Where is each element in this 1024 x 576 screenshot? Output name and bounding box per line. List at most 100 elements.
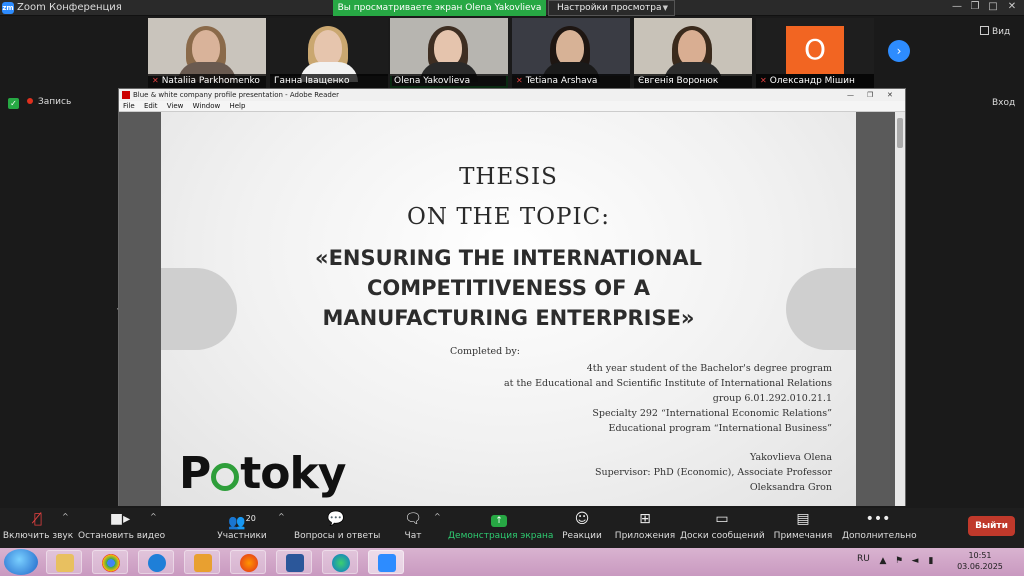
shared-screen-reader-window: Blue & white company profile presentatio… [118, 88, 906, 506]
chevron-down-icon: ▼ [662, 4, 668, 12]
more-button[interactable]: ••• Дополнительно [842, 508, 917, 548]
edge-taskbar-icon[interactable] [322, 550, 358, 574]
menu-help[interactable]: Help [229, 101, 245, 112]
zoom-taskbar-icon[interactable] [368, 550, 404, 574]
clock-date: 03.06.2025 [957, 562, 1003, 571]
muted-mic-icon: ✕ [760, 76, 767, 85]
exit-fullscreen-button[interactable]: Вход [992, 98, 1015, 108]
volume-icon[interactable]: ◄ [910, 556, 920, 566]
participant-tile-active-speaker[interactable]: Olena Yakovlieva [390, 18, 508, 88]
pdf-icon [122, 91, 130, 99]
zoom-logo-icon: zm [2, 2, 14, 14]
screen-share-banner: Вы просматриваете экран Olena Yakovlieva [333, 0, 546, 16]
window-title: Zoom Конференция [17, 2, 122, 13]
completed-by-label: Completed by: [450, 346, 520, 357]
reader-menubar: File Edit View Window Help [119, 101, 905, 112]
potoky-logo: Ptoky [179, 448, 346, 499]
apps-icon: ⊞ [639, 511, 651, 527]
muted-mic-icon: ✕ [152, 76, 159, 85]
participants-icon: 👥20 [228, 514, 256, 531]
minimize-icon[interactable]: — [950, 1, 964, 12]
menu-window[interactable]: Window [193, 101, 221, 112]
scrollbar-thumb[interactable] [897, 118, 903, 148]
network-icon[interactable]: ▮ [926, 556, 936, 566]
share-screen-button[interactable]: ↑ Демонстрация экрана [448, 508, 553, 548]
chevron-up-icon[interactable]: ^ [434, 512, 441, 521]
participants-button[interactable]: 👥20 Участники ^ [214, 508, 284, 548]
minimize-icon[interactable]: — [847, 89, 854, 101]
reactions-button[interactable]: ☺ Реакции [560, 508, 604, 548]
qa-button[interactable]: 💬 Вопросы и ответы [294, 508, 380, 548]
next-page-arrow-icon[interactable]: › [888, 40, 910, 62]
media-player-taskbar-icon[interactable] [184, 550, 220, 574]
avatar: O [786, 26, 844, 74]
shield-icon: ✓ [8, 98, 19, 109]
thesis-topic: «ENSURING THE INTERNATIONAL COMPETITIVEN… [315, 246, 702, 330]
internet-explorer-taskbar-icon[interactable] [138, 550, 174, 574]
whiteboards-button[interactable]: ▭ Доски сообщений [680, 508, 765, 548]
view-button[interactable]: Вид [980, 26, 1010, 37]
start-button-icon[interactable] [4, 549, 38, 575]
slide-heading: THESIS ON THE TOPIC: [407, 164, 610, 230]
whiteboard-icon: ▭ [715, 511, 729, 527]
recording-indicator[interactable]: ✓ Запись [8, 97, 71, 109]
system-clock[interactable]: 10:51 03.06.2025 [950, 550, 1010, 572]
chevron-up-icon[interactable]: ^ [278, 512, 285, 521]
apps-button[interactable]: ⊞ Приложения [614, 508, 676, 548]
language-indicator[interactable]: RU [857, 554, 870, 564]
grid-icon [980, 26, 989, 35]
participant-name: Євгенія Воронюк [638, 76, 719, 86]
menu-view[interactable]: View [167, 101, 184, 112]
muted-mic-icon: ✕ [516, 76, 523, 85]
zoom-titlebar: zm Zoom Конференция Вы просматриваете эк… [0, 0, 1024, 16]
restore-icon[interactable]: ❐ [968, 1, 982, 12]
reader-title: Blue & white company profile presentatio… [133, 91, 340, 99]
view-settings-label: Настройки просмотра [557, 3, 662, 13]
stop-video-button[interactable]: ■▸ Остановить видео ^ [78, 508, 165, 548]
restore-icon[interactable]: ❐ [867, 89, 873, 101]
document-area[interactable]: THESIS ON THE TOPIC: «ENSURING THE INTER… [119, 112, 905, 506]
participant-tile[interactable]: Євгенія Воронюк [634, 18, 752, 88]
close-icon[interactable]: ✕ [887, 89, 893, 101]
reader-titlebar: Blue & white company profile presentatio… [119, 89, 905, 101]
participant-tile[interactable]: ✕ Nataliia Parkhomenko [148, 18, 266, 88]
more-dots-icon: ••• [865, 511, 891, 527]
notes-icon: ▤ [796, 511, 810, 527]
word-taskbar-icon[interactable] [276, 550, 312, 574]
view-settings-dropdown[interactable]: Настройки просмотра ▼ [548, 0, 675, 16]
record-dot-icon [27, 98, 33, 104]
leave-button[interactable]: Выйти [968, 516, 1015, 536]
presentation-slide: THESIS ON THE TOPIC: «ENSURING THE INTER… [161, 112, 856, 506]
author-details: 4th year student of the Bachelor's degre… [504, 363, 832, 493]
chevron-up-icon[interactable]: ^ [62, 512, 69, 521]
chat-icon: 🗨 [404, 511, 422, 527]
chat-button[interactable]: 🗨 Чат ^ [396, 508, 441, 548]
close-icon[interactable]: ✕ [1005, 1, 1019, 12]
notes-button[interactable]: ▤ Примечания [772, 508, 834, 548]
explorer-taskbar-icon[interactable] [46, 550, 82, 574]
screen: zm Zoom Конференция Вы просматриваете эк… [0, 0, 1024, 576]
share-screen-icon: ↑ [491, 515, 507, 527]
chevron-up-icon[interactable]: ▲ [878, 556, 888, 566]
menu-edit[interactable]: Edit [144, 101, 158, 112]
participant-tile[interactable]: O ✕ Олександр Мішин [756, 18, 874, 88]
chevron-up-icon[interactable]: ^ [150, 512, 157, 521]
windows-taskbar [0, 548, 1024, 576]
participants-count: 20 [245, 514, 256, 523]
flag-icon[interactable]: ⚑ [894, 556, 904, 566]
participant-name: Олександр Мішин [769, 76, 855, 86]
participant-tile[interactable]: Ганна Іващенко [270, 18, 388, 88]
chrome-taskbar-icon[interactable] [92, 550, 128, 574]
participant-tile[interactable]: ✕ Tetiana Arshava [512, 18, 630, 88]
vertical-scrollbar[interactable] [895, 112, 905, 506]
maximize-icon[interactable]: □ [986, 1, 1000, 12]
qa-icon: 💬 [327, 511, 345, 527]
clock-time: 10:51 [968, 551, 992, 560]
meeting-toolbar: 🎙̸ Включить звук ^ ■▸ Остановить видео ^… [0, 508, 1024, 548]
participant-name: Olena Yakovlieva [394, 76, 471, 86]
unmute-button[interactable]: 🎙̸ Включить звук ^ [2, 508, 74, 548]
participant-name: Ганна Іващенко [274, 76, 350, 86]
menu-file[interactable]: File [123, 101, 135, 112]
firefox-taskbar-icon[interactable] [230, 550, 266, 574]
participant-name: Tetiana Arshava [525, 76, 598, 86]
